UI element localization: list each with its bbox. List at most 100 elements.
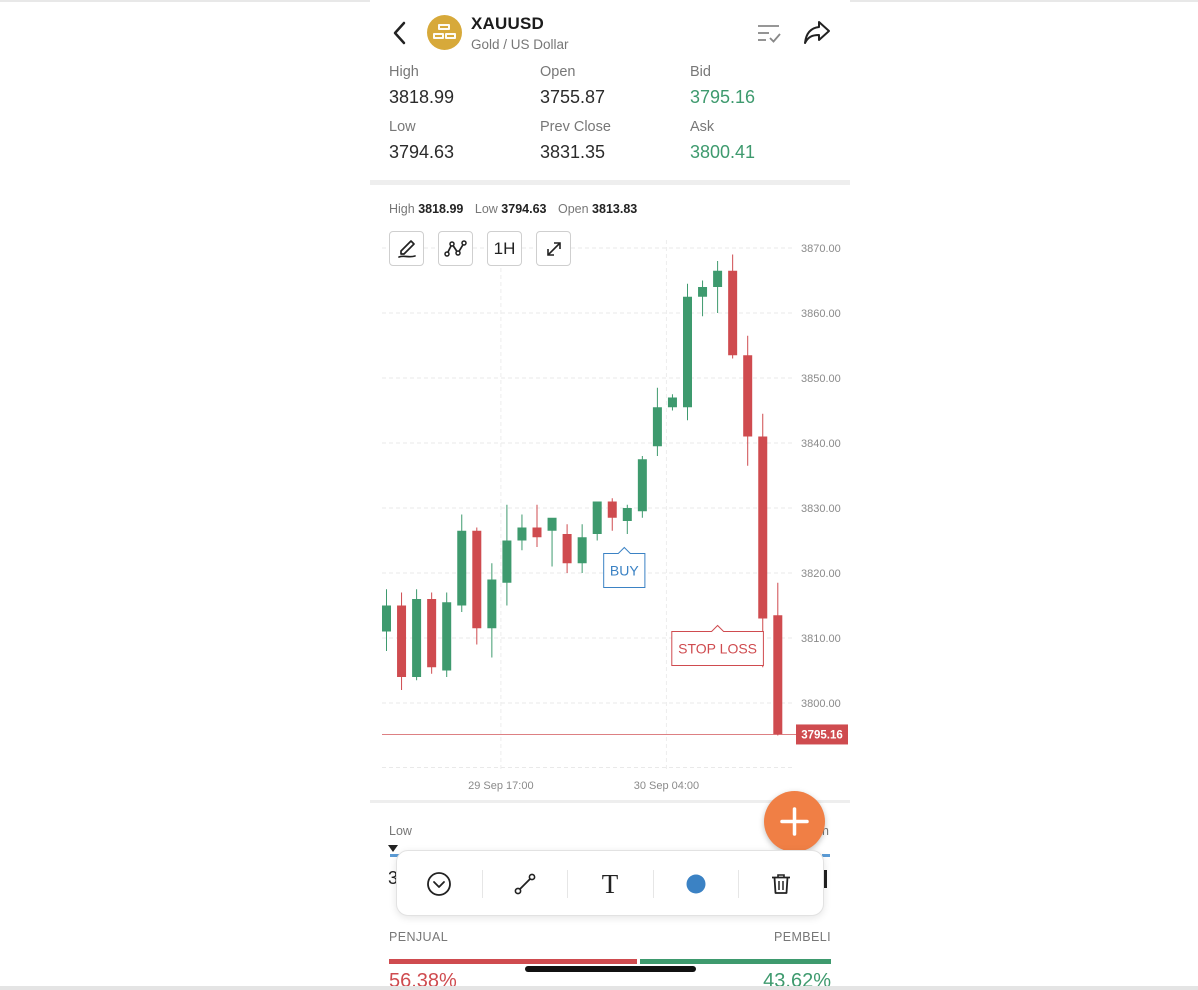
- y-tick-label: 3820.00: [801, 568, 841, 580]
- bid-value: 3795.16: [690, 87, 756, 107]
- chevron-circle-icon: [427, 872, 451, 896]
- candle-body: [397, 605, 407, 677]
- add-button[interactable]: [764, 791, 825, 852]
- y-tick-label: 3870.00: [801, 243, 841, 255]
- y-tick-label: 3800.00: [801, 698, 841, 710]
- brush-icon: [397, 239, 416, 258]
- watchlist-button[interactable]: [755, 20, 783, 46]
- collapse-toolbar-button[interactable]: [397, 851, 481, 917]
- color-dot-icon: [686, 874, 706, 894]
- chart-low-value: 3794.63: [501, 202, 547, 216]
- buy-annotation[interactable]: BUY: [603, 546, 646, 588]
- gold-bars-icon: [427, 15, 462, 50]
- high-value: 3818.99: [389, 87, 455, 107]
- candle-body: [637, 459, 647, 512]
- indicators-button[interactable]: [438, 231, 473, 266]
- drawing-toolbar: T: [396, 850, 824, 916]
- candle-body: [487, 579, 497, 629]
- candle-body: [652, 407, 662, 447]
- drawing-tools-button[interactable]: [389, 231, 424, 266]
- chart-low-label: Low: [474, 202, 498, 216]
- delete-drawing-button[interactable]: [739, 851, 823, 917]
- candle-body: [622, 508, 632, 521]
- home-indicator[interactable]: [525, 966, 696, 972]
- instrument-name: Gold / US Dollar: [471, 37, 569, 52]
- list-check-icon: [758, 25, 781, 43]
- candlestick-chart[interactable]: 3870.00 3860.00 3850.00 3840.00 3830.00 3820.…: [370, 190, 850, 798]
- share-icon: [804, 21, 830, 44]
- text-tool-button[interactable]: T: [568, 851, 652, 917]
- trendline-tool-button[interactable]: [483, 851, 567, 917]
- range-high-value: [824, 870, 827, 888]
- candle-body: [517, 527, 527, 541]
- annotation-label: STOP LOSS: [678, 641, 757, 657]
- bottom-border: [0, 986, 1198, 990]
- high-label: High: [389, 64, 419, 80]
- open-label: Open: [540, 64, 576, 80]
- trendline-icon: [514, 873, 536, 895]
- y-tick-label: 3860.00: [801, 308, 841, 320]
- candle-body: [502, 540, 512, 583]
- plus-icon: [780, 807, 809, 836]
- range-bar-right: [822, 854, 830, 857]
- y-tick-label: 3810.00: [801, 633, 841, 645]
- candle-body: [382, 605, 391, 632]
- chart-open-value: 3813.83: [592, 202, 638, 216]
- low-label: Low: [389, 119, 416, 135]
- candle-body: [442, 602, 452, 671]
- timeframe-button[interactable]: 1H: [487, 231, 522, 266]
- ask-value: 3800.41: [690, 142, 756, 162]
- section-divider: [370, 180, 850, 185]
- share-button[interactable]: [802, 18, 832, 46]
- chart-high-label: High: [389, 202, 415, 216]
- sellers-bar: [389, 959, 637, 964]
- line-chart-icon: [443, 239, 467, 257]
- low-value: 3794.63: [389, 142, 455, 162]
- y-tick-label: 3840.00: [801, 438, 841, 450]
- last-price-label: 3795.16: [801, 729, 843, 741]
- app-screen: XAUUSD Gold / US Dollar High 3818.99 Ope…: [370, 0, 850, 990]
- candle-body: [713, 270, 723, 287]
- candle-body: [728, 270, 738, 356]
- candle-body: [532, 527, 542, 538]
- candle-body: [683, 296, 692, 408]
- y-tick-label: 3850.00: [801, 373, 841, 385]
- color-picker-button[interactable]: [654, 851, 738, 917]
- candle-body: [547, 517, 557, 531]
- candle-body: [592, 501, 602, 534]
- expand-icon: [546, 241, 561, 256]
- chevron-left-icon: [393, 21, 406, 45]
- candle-body: [667, 397, 677, 408]
- prev-close-value: 3831.35: [540, 142, 606, 162]
- buyers-label: PEMBELI: [774, 930, 831, 944]
- ask-label: Ask: [690, 119, 715, 135]
- annotation-label: BUY: [610, 563, 639, 579]
- fullscreen-button[interactable]: [536, 231, 571, 266]
- candle-body: [457, 530, 467, 606]
- stop-loss-annotation[interactable]: STOP LOSS: [671, 624, 764, 666]
- x-tick-label: 29 Sep 17:00: [468, 780, 533, 792]
- candle-body: [412, 599, 422, 677]
- buyers-bar: [640, 959, 831, 964]
- candle-body: [427, 599, 437, 668]
- open-value: 3755.87: [540, 87, 606, 107]
- back-button[interactable]: [386, 18, 414, 48]
- chart-high-value: 3818.99: [418, 202, 464, 216]
- candle-body: [758, 436, 768, 619]
- chart-open-label: Open: [557, 202, 589, 216]
- candle-body: [472, 530, 482, 629]
- candle-body: [773, 615, 783, 735]
- candle-body: [743, 355, 753, 437]
- y-tick-label: 3830.00: [801, 503, 841, 515]
- instrument-symbol: XAUUSD: [471, 14, 544, 33]
- candle-body: [562, 534, 572, 564]
- sellers-label: PENJUAL: [389, 930, 449, 944]
- x-tick-label: 30 Sep 04:00: [634, 780, 699, 792]
- candle-body: [607, 501, 617, 518]
- text-tool-icon: T: [601, 868, 619, 899]
- trash-icon: [772, 874, 790, 894]
- bid-label: Bid: [690, 64, 711, 80]
- candle-body: [698, 287, 708, 297]
- range-low-label: Low: [389, 824, 412, 838]
- chart-ohlc-summary: High 3818.99 Low 3794.63 Open 3813.83: [389, 202, 645, 216]
